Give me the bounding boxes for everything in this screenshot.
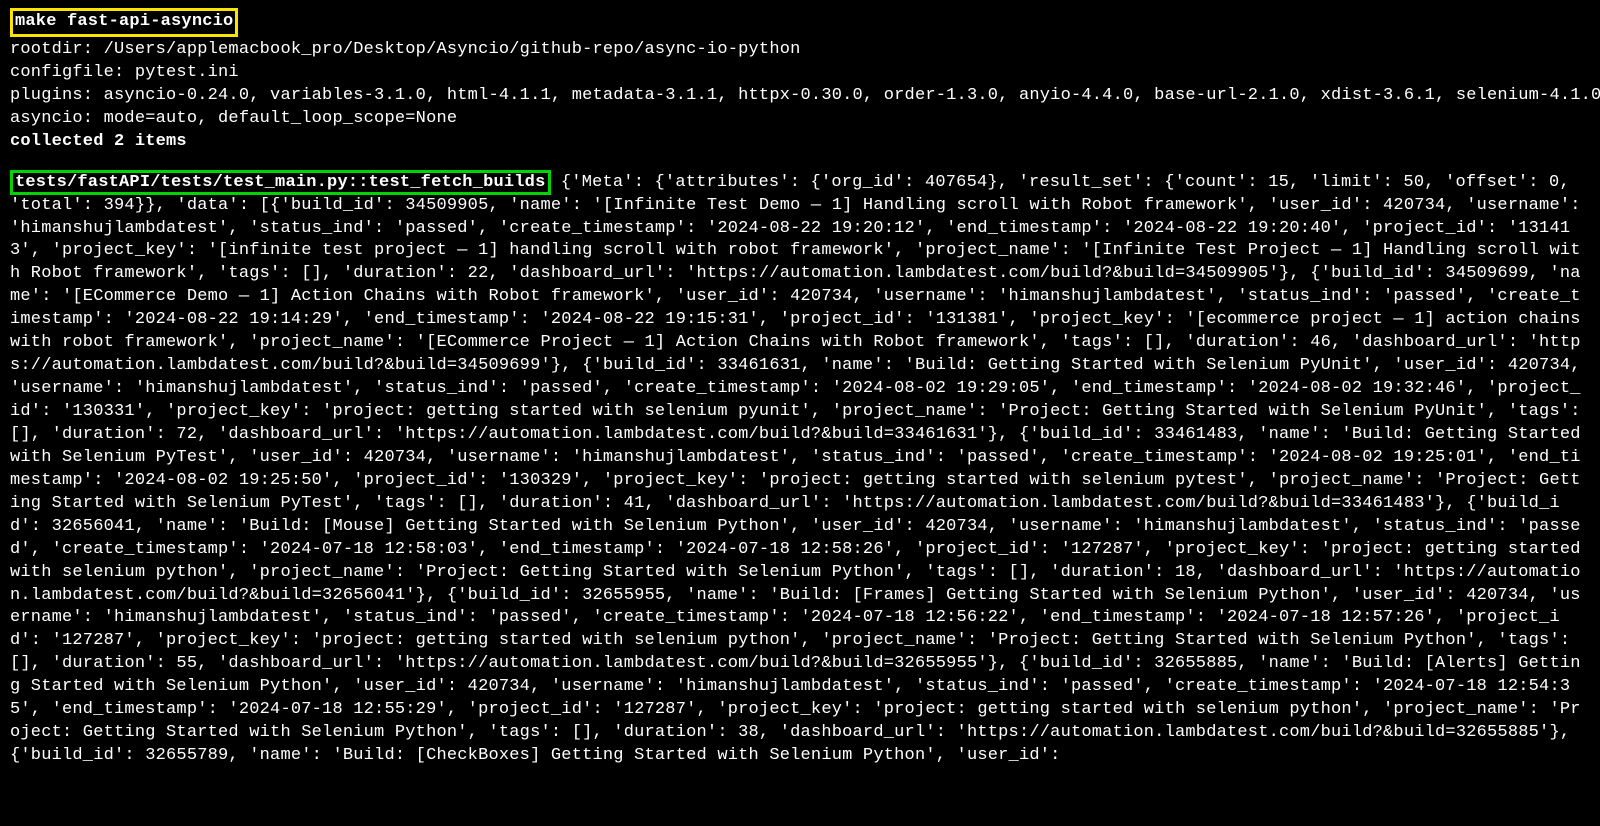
pytest-configfile: configfile: pytest.ini	[10, 62, 1590, 85]
blank-line	[10, 154, 1590, 172]
test-json-dump: {'Meta': {'attributes': {'org_id': 40765…	[10, 173, 1591, 765]
test-output-block: tests/fastAPI/tests/test_main.py::test_f…	[10, 172, 1590, 768]
pytest-plugins: plugins: asyncio-0.24.0, variables-3.1.0…	[10, 85, 1590, 108]
pytest-rootdir: rootdir: /Users/applemacbook_pro/Desktop…	[10, 39, 1590, 62]
pytest-collected: collected 2 items	[10, 131, 1590, 154]
terminal-output[interactable]: make fast-api-asyncio rootdir: /Users/ap…	[10, 8, 1590, 768]
pytest-asyncio-mode: asyncio: mode=auto, default_loop_scope=N…	[10, 108, 1590, 131]
make-command: make fast-api-asyncio	[10, 8, 238, 37]
test-path: tests/fastAPI/tests/test_main.py::test_f…	[10, 170, 551, 195]
